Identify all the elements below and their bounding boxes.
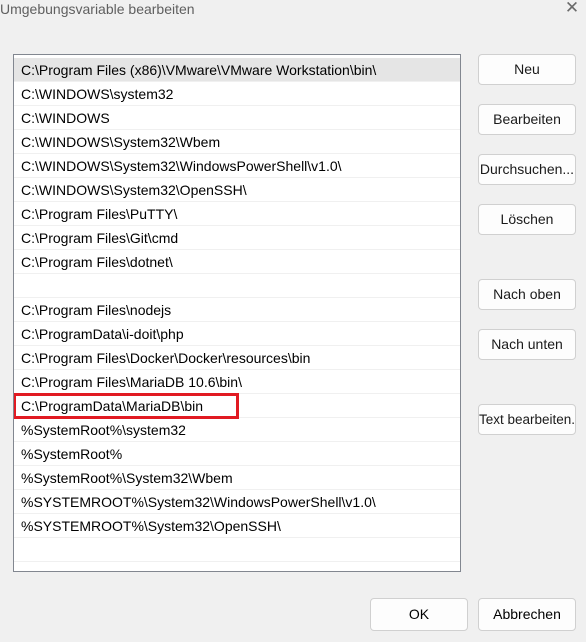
- list-item[interactable]: C:\WINDOWS\System32\OpenSSH\: [14, 178, 460, 202]
- new-button[interactable]: Neu: [478, 54, 576, 85]
- list-item[interactable]: C:\Program Files\PuTTY\: [14, 202, 460, 226]
- list-item[interactable]: [14, 538, 460, 562]
- list-item-label: C:\Program Files\PuTTY\: [21, 206, 178, 222]
- list-item-label: %SystemRoot%: [21, 446, 123, 462]
- list-item-label: %SYSTEMROOT%\System32\WindowsPowerShell\…: [21, 494, 376, 510]
- list-item[interactable]: %SystemRoot%\system32: [14, 418, 460, 442]
- list-item-label: C:\WINDOWS\System32\Wbem: [21, 134, 221, 150]
- move-down-button[interactable]: Nach unten: [478, 329, 576, 360]
- browse-button[interactable]: Durchsuchen...: [478, 154, 576, 185]
- list-item[interactable]: C:\ProgramData\MariaDB\bin: [14, 393, 460, 419]
- title-bar: Umgebungsvariable bearbeiten ✕: [0, 0, 586, 22]
- list-item[interactable]: C:\WINDOWS\system32: [14, 82, 460, 106]
- list-item[interactable]: C:\Program Files\Docker\Docker\resources…: [14, 346, 460, 370]
- list-item[interactable]: C:\Program Files (x86)\VMware\VMware Wor…: [14, 58, 460, 82]
- list-item-label: %SYSTEMROOT%\System32\OpenSSH\: [21, 518, 281, 534]
- list-item-label: C:\Program Files\nodejs: [21, 302, 172, 318]
- list-item[interactable]: %SYSTEMROOT%\System32\WindowsPowerShell\…: [14, 490, 460, 514]
- list-item-label: C:\WINDOWS: [21, 110, 110, 126]
- list-item[interactable]: C:\WINDOWS\System32\Wbem: [14, 130, 460, 154]
- list-item-label: C:\ProgramData\i-doit\php: [21, 326, 184, 342]
- list-item[interactable]: C:\WINDOWS\System32\WindowsPowerShell\v1…: [14, 154, 460, 178]
- list-item[interactable]: C:\WINDOWS: [14, 106, 460, 130]
- list-item-label: C:\Program Files\dotnet\: [21, 254, 173, 270]
- list-item-label: C:\WINDOWS\system32: [21, 86, 174, 102]
- list-item[interactable]: %SystemRoot%\System32\Wbem: [14, 466, 460, 490]
- list-item[interactable]: C:\ProgramData\i-doit\php: [14, 322, 460, 346]
- list-item-label: C:\WINDOWS\System32\OpenSSH\: [21, 182, 247, 198]
- cancel-button[interactable]: Abbrechen: [478, 598, 576, 631]
- list-item[interactable]: C:\Program Files\Git\cmd: [14, 226, 460, 250]
- list-item-label: C:\Program Files\Git\cmd: [21, 230, 179, 246]
- list-item-label: %SystemRoot%\System32\Wbem: [21, 470, 233, 486]
- list-item[interactable]: %SystemRoot%: [14, 442, 460, 466]
- list-item-label: %SystemRoot%\system32: [21, 422, 186, 438]
- list-item-label: C:\WINDOWS\System32\WindowsPowerShell\v1…: [21, 158, 342, 174]
- edit-button[interactable]: Bearbeiten: [478, 104, 576, 135]
- list-item[interactable]: C:\Program Files\nodejs: [14, 298, 460, 322]
- delete-button[interactable]: Löschen: [478, 204, 576, 235]
- ok-button[interactable]: OK: [370, 598, 468, 631]
- close-icon[interactable]: ✕: [563, 0, 581, 18]
- path-list[interactable]: C:\Program Files (x86)\VMware\VMware Wor…: [13, 54, 461, 572]
- list-item[interactable]: C:\Program Files\MariaDB 10.6\bin\: [14, 370, 460, 394]
- move-up-button[interactable]: Nach oben: [478, 279, 576, 310]
- list-item[interactable]: [14, 274, 460, 298]
- list-item-label: C:\Program Files (x86)\VMware\VMware Wor…: [21, 62, 377, 78]
- list-item[interactable]: C:\Program Files\dotnet\: [14, 250, 460, 274]
- edit-text-button[interactable]: Text bearbeiten...: [478, 404, 576, 435]
- window-title: Umgebungsvariable bearbeiten: [0, 1, 195, 17]
- list-item-label: C:\ProgramData\MariaDB\bin: [21, 398, 204, 414]
- list-item[interactable]: %SYSTEMROOT%\System32\OpenSSH\: [14, 514, 460, 538]
- list-item-label: C:\Program Files\Docker\Docker\resources…: [21, 350, 311, 366]
- list-item-label: C:\Program Files\MariaDB 10.6\bin\: [21, 374, 242, 390]
